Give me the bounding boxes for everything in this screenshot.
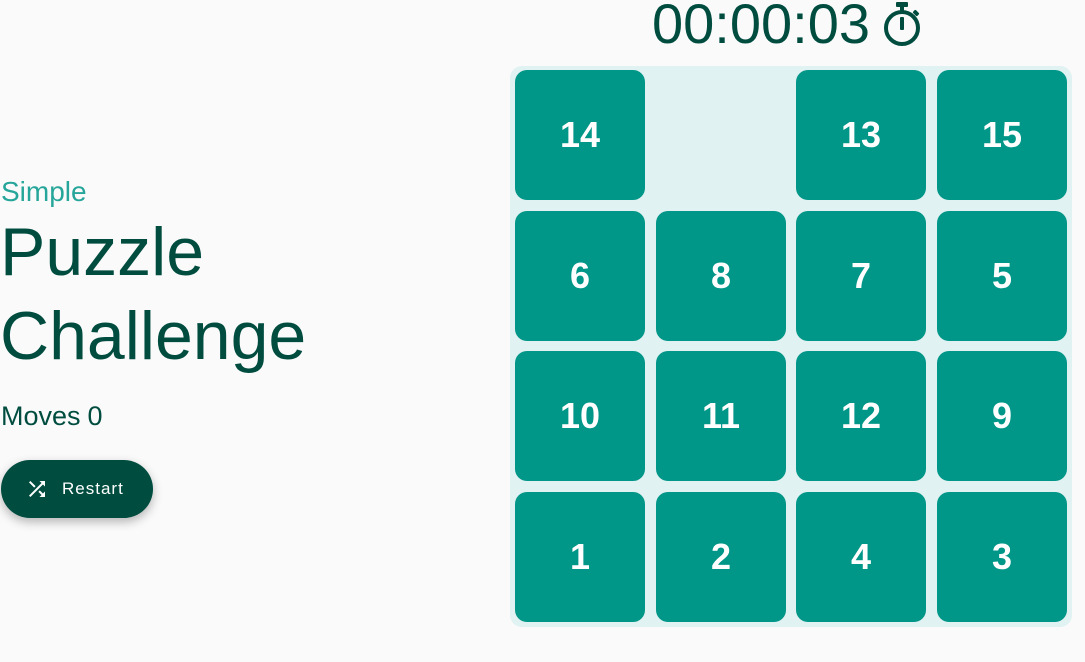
puzzle-tile[interactable]: 12 <box>796 351 926 481</box>
puzzle-tile[interactable]: 10 <box>515 351 645 481</box>
puzzle-tile[interactable]: 3 <box>937 492 1067 622</box>
puzzle-tile[interactable]: 5 <box>937 211 1067 341</box>
puzzle-tile[interactable]: 2 <box>656 492 786 622</box>
puzzle-tile[interactable]: 15 <box>937 70 1067 200</box>
puzzle-tile[interactable]: 14 <box>515 70 645 200</box>
timer: 00:00:03 <box>652 0 924 54</box>
stopwatch-icon <box>880 0 924 48</box>
puzzle-tile[interactable]: 6 <box>515 211 645 341</box>
puzzle-board: 14 13 15 6 8 7 5 10 11 12 9 1 2 4 3 <box>510 66 1072 627</box>
puzzle-tile[interactable]: 11 <box>656 351 786 481</box>
puzzle-tile[interactable]: 13 <box>796 70 926 200</box>
puzzle-tile[interactable]: 9 <box>937 351 1067 481</box>
restart-button[interactable]: Restart <box>1 460 153 518</box>
title-line-1: Puzzle <box>0 214 205 290</box>
subtitle: Simple <box>1 176 87 207</box>
puzzle-tile[interactable]: 1 <box>515 492 645 622</box>
moves-counter: Moves 0 <box>1 398 103 434</box>
timer-value: 00:00:03 <box>652 0 870 55</box>
moves-count: 0 <box>87 401 103 431</box>
moves-label: Moves <box>1 401 81 431</box>
puzzle-tile[interactable]: 8 <box>656 211 786 341</box>
page-title: Puzzle Challenge <box>0 210 306 378</box>
info-panel: Simple Puzzle Challenge Moves 0 Restart <box>0 0 480 662</box>
puzzle-tile[interactable]: 4 <box>796 492 926 622</box>
shuffle-icon <box>24 476 50 502</box>
puzzle-tile[interactable]: 7 <box>796 211 926 341</box>
title-line-2: Challenge <box>0 298 307 374</box>
restart-label: Restart <box>62 479 124 498</box>
empty-slot <box>656 70 786 200</box>
